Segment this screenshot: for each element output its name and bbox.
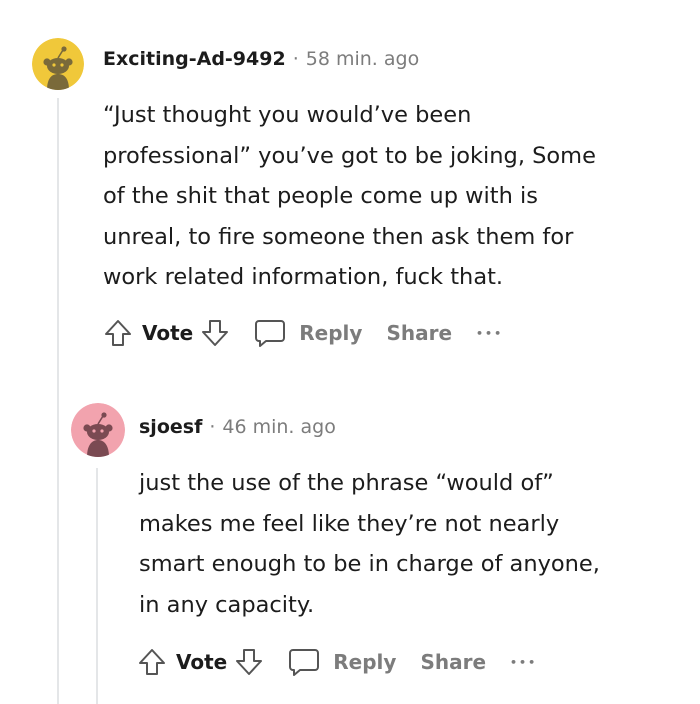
- share-button[interactable]: Share: [386, 321, 452, 345]
- timestamp[interactable]: 58 min. ago: [306, 48, 419, 70]
- snoo-avatar-icon: [71, 403, 125, 457]
- comment-actions: Vote Reply Share •••: [102, 316, 503, 350]
- reply-button[interactable]: Reply: [333, 650, 396, 674]
- thread-line[interactable]: [96, 468, 98, 704]
- more-options-button[interactable]: •••: [476, 327, 503, 340]
- timestamp[interactable]: 46 min. ago: [222, 416, 335, 438]
- meta-separator: ·: [209, 416, 216, 438]
- comment-body: just the use of the phrase “would of” ma…: [139, 470, 600, 618]
- user-avatar[interactable]: [32, 38, 84, 90]
- upvote-arrow-icon[interactable]: [136, 646, 168, 678]
- reply-button[interactable]: Reply: [299, 321, 362, 345]
- comment-meta: sjoesf · 46 min. ago: [139, 416, 336, 438]
- vote-count: Vote: [176, 650, 228, 674]
- speech-bubble-icon[interactable]: [253, 316, 287, 350]
- downvote-arrow-icon[interactable]: [233, 646, 265, 678]
- snoo-avatar-icon: [32, 38, 84, 90]
- user-avatar[interactable]: [71, 403, 125, 457]
- comment-actions: Vote Reply Share •••: [136, 645, 537, 679]
- username[interactable]: Exciting-Ad-9492: [103, 48, 286, 70]
- thread-line[interactable]: [57, 98, 59, 704]
- comment-body: “Just thought you would’ve been professi…: [103, 102, 596, 290]
- comment-meta: Exciting-Ad-9492 · 58 min. ago: [103, 48, 419, 70]
- vote-count: Vote: [142, 321, 194, 345]
- share-button[interactable]: Share: [420, 650, 486, 674]
- downvote-arrow-icon[interactable]: [199, 317, 231, 349]
- upvote-arrow-icon[interactable]: [102, 317, 134, 349]
- speech-bubble-icon[interactable]: [287, 645, 321, 679]
- username[interactable]: sjoesf: [139, 416, 202, 438]
- meta-separator: ·: [292, 48, 299, 70]
- more-options-button[interactable]: •••: [510, 656, 537, 669]
